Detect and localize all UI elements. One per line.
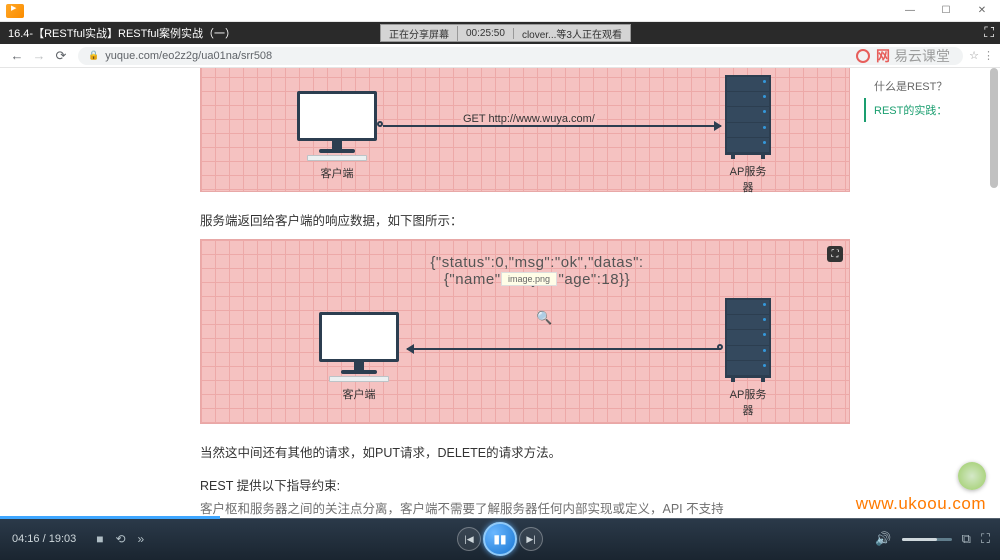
page-content: 客户端 AP服务器 GET http://www.wuya.com/ 服务端返回…	[0, 68, 1000, 560]
arrow-origin-2	[717, 344, 723, 350]
app-icon	[6, 4, 24, 18]
volume-track[interactable]	[902, 538, 952, 541]
prev-button[interactable]: |◀	[457, 527, 481, 551]
speed-button[interactable]: »	[138, 532, 145, 546]
watermark-url: www.ukoou.com	[856, 494, 986, 514]
image-tooltip: image.png	[501, 272, 557, 286]
screen-share-indicator[interactable]: 正在分享屏幕 00:25:50 clover...等3人正在观看	[380, 24, 631, 42]
diagram-request: 客户端 AP服务器 GET http://www.wuya.com/	[200, 68, 850, 192]
response-arrow	[407, 348, 721, 350]
address-field[interactable]: 🔒 yuque.com/eo2z2g/ua01na/srr508	[78, 47, 963, 65]
expand-icon[interactable]: ⛶	[984, 24, 994, 41]
floating-help-badge[interactable]	[958, 462, 986, 490]
arrow-origin	[377, 121, 383, 127]
next-button[interactable]: ▶|	[519, 527, 543, 551]
diagram-response: ⛶ {"status":0,"msg":"ok","datas": {"name…	[200, 239, 850, 424]
fullscreen-button[interactable]: ⛶	[981, 531, 990, 547]
paragraph-4: 客户枢和服务器之间的关注点分离，客户端不需要了解服务器任何内部实现或定义，API…	[200, 498, 850, 517]
volume-icon[interactable]: 🔊	[875, 531, 891, 547]
video-player-bar: 04:16 / 19:03 ■ ⟲ » |◀ ▮▮ ▶| 🔊 ⧉ ⛶	[0, 518, 1000, 560]
toc-item-rest-practice[interactable]: REST的实践：	[864, 98, 984, 122]
request-arrow	[383, 125, 721, 127]
request-label: GET http://www.wuya.com/	[461, 113, 597, 125]
play-pause-button[interactable]: ▮▮	[483, 522, 517, 556]
progress-fill	[0, 516, 220, 519]
minimize-button[interactable]: —	[892, 0, 928, 22]
share-time: 00:25:50	[458, 28, 514, 39]
repeat-button[interactable]: ⟲	[115, 532, 125, 546]
client-label: 客户端	[297, 165, 377, 181]
table-of-contents: 什么是REST？ REST的实践：	[864, 74, 984, 122]
forward-button[interactable]: →	[28, 48, 50, 63]
server-label: AP服务器	[725, 163, 771, 195]
paragraph-2: 当然这中间还有其他的请求，如PUT请求，DELETE的请求方法。	[200, 442, 850, 461]
progress-track[interactable]	[0, 516, 1000, 519]
share-viewers: clover...等3人正在观看	[514, 26, 630, 41]
ext-icon-2[interactable]: ⋮	[983, 49, 994, 62]
reload-button[interactable]: ⟳	[50, 48, 72, 64]
paragraph-1: 服务端返回给客户端的响应数据，如下图所示：	[200, 210, 850, 229]
url-text: yuque.com/eo2z2g/ua01na/srr508	[105, 50, 272, 62]
server-label-2: AP服务器	[725, 386, 771, 418]
client-label-2: 客户端	[319, 386, 399, 402]
lock-icon: 🔒	[88, 50, 99, 61]
ext-icon[interactable]: ☆	[969, 49, 979, 62]
close-button[interactable]: ✕	[964, 0, 1000, 22]
paragraph-3: REST 提供以下指导约束:	[200, 475, 850, 494]
time-display: 04:16 / 19:03	[12, 533, 76, 545]
video-tab-bar: 16.4-【RESTful实战】RESTful案例实战（一） 正在分享屏幕 00…	[0, 22, 1000, 44]
client-icon-2: 客户端	[319, 312, 399, 402]
maximize-button[interactable]: ☐	[928, 0, 964, 22]
window-titlebar: — ☐ ✕	[0, 0, 1000, 22]
back-button[interactable]: ←	[6, 48, 28, 63]
toc-item-what-is-rest[interactable]: 什么是REST？	[864, 74, 984, 98]
share-status: 正在分享屏幕	[381, 26, 458, 41]
pip-button[interactable]: ⧉	[962, 531, 971, 547]
server-icon-2: AP服务器	[725, 298, 771, 418]
browser-toolbar: ← → ⟳ 🔒 yuque.com/eo2z2g/ua01na/srr508 ☆…	[0, 44, 1000, 68]
client-icon: 客户端	[297, 91, 377, 181]
zoom-cursor-icon: 🔍	[536, 310, 552, 326]
server-icon: AP服务器	[725, 75, 771, 195]
stop-button[interactable]: ■	[96, 532, 103, 546]
